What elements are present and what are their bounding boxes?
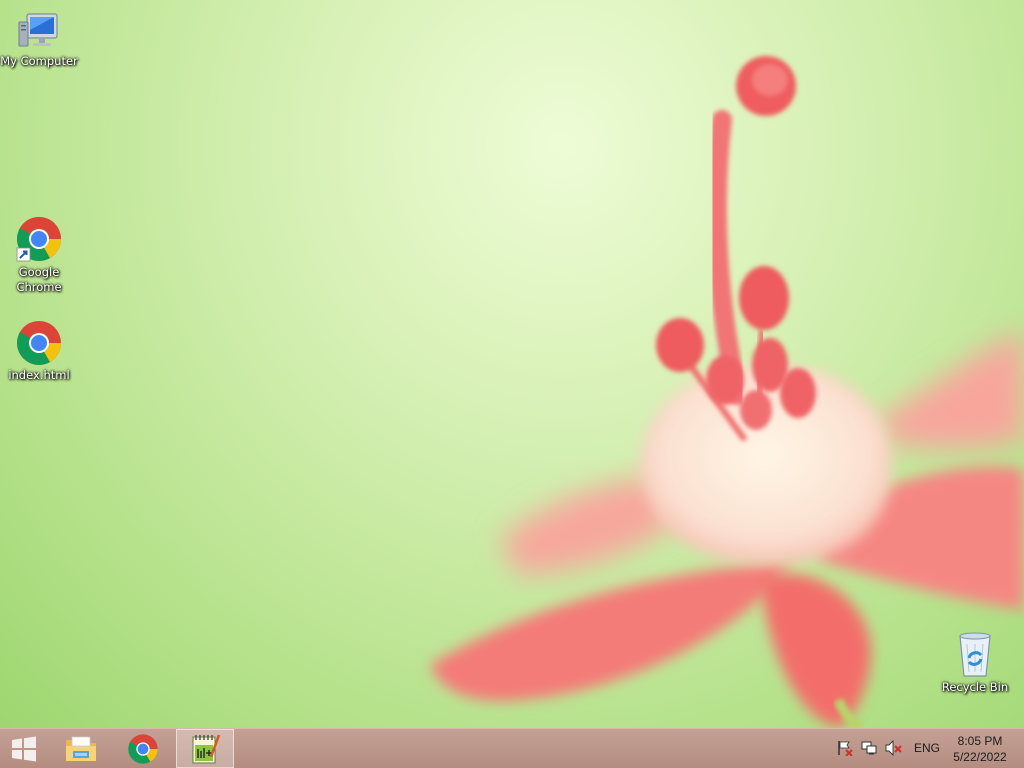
desktop-icon-label: Recycle Bin [941, 680, 1009, 694]
recycle-bin-icon [959, 632, 991, 677]
desktop-icon-label: Google Chrome [16, 265, 62, 294]
taskbar[interactable]: ENG 8:05 PM 5/22/2022 [0, 728, 1024, 768]
tray-language[interactable]: ENG [910, 739, 944, 757]
notepad-plus-plus-icon [192, 734, 221, 763]
tray-volume[interactable] [884, 739, 904, 757]
action-center-flag-icon [838, 741, 853, 756]
windows-start-icon [12, 736, 36, 761]
desktop-icon-index-html[interactable]: index.html [0, 318, 78, 383]
volume-muted-icon [885, 740, 902, 756]
computer-icon [18, 13, 58, 47]
desktop-icon-my-computer[interactable]: My Computer [0, 10, 78, 69]
taskbar-clock[interactable]: 8:05 PM 5/22/2022 [944, 733, 1016, 765]
chrome-icon [17, 321, 61, 365]
desktop-icon-label: index.html [8, 368, 70, 382]
tray-action-center[interactable] [836, 739, 854, 757]
wallpaper-flower [430, 56, 1024, 728]
desktop-icon-label: My Computer [0, 54, 78, 68]
clock-date: 5/22/2022 [953, 750, 1007, 764]
taskbar-chrome-button[interactable] [114, 729, 172, 768]
desktop-icon-recycle-bin[interactable]: Recycle Bin [936, 630, 1014, 695]
desktop[interactable]: My Computer Google Chrome index.html Rec… [0, 0, 1024, 728]
clock-time: 8:05 PM [957, 734, 1003, 748]
tray-network[interactable] [860, 739, 878, 757]
start-button[interactable] [0, 729, 48, 768]
chrome-icon [128, 733, 158, 764]
network-icon [861, 741, 877, 755]
chrome-icon [16, 217, 61, 262]
desktop-icon-google-chrome[interactable]: Google Chrome [0, 215, 78, 295]
taskbar-file-explorer-button[interactable] [52, 729, 110, 768]
taskbar-notepad-plus-plus-button[interactable] [176, 729, 234, 768]
folder-icon [66, 736, 96, 761]
